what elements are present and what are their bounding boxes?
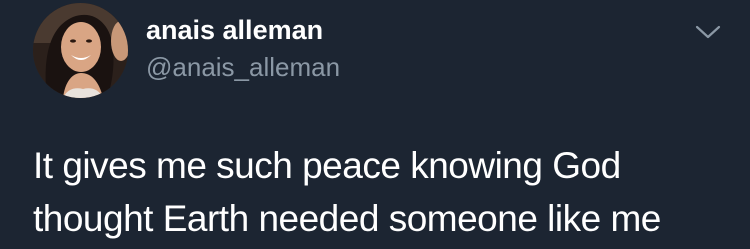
tweet-text-line: It gives me such peace knowing God xyxy=(33,145,621,186)
tweet-text-line: thought Earth needed someone like me xyxy=(33,198,661,239)
author-handle[interactable]: @anais_alleman xyxy=(146,51,340,83)
avatar[interactable] xyxy=(33,3,128,98)
chevron-down-icon xyxy=(695,25,721,39)
tweet-card: anais alleman @anais_alleman It gives me… xyxy=(0,0,750,249)
author-name[interactable]: anais alleman xyxy=(146,14,323,46)
avatar-photo xyxy=(33,3,128,98)
tweet-text: It gives me such peace knowing God thoug… xyxy=(33,139,743,245)
tweet-menu-button[interactable] xyxy=(694,22,722,42)
